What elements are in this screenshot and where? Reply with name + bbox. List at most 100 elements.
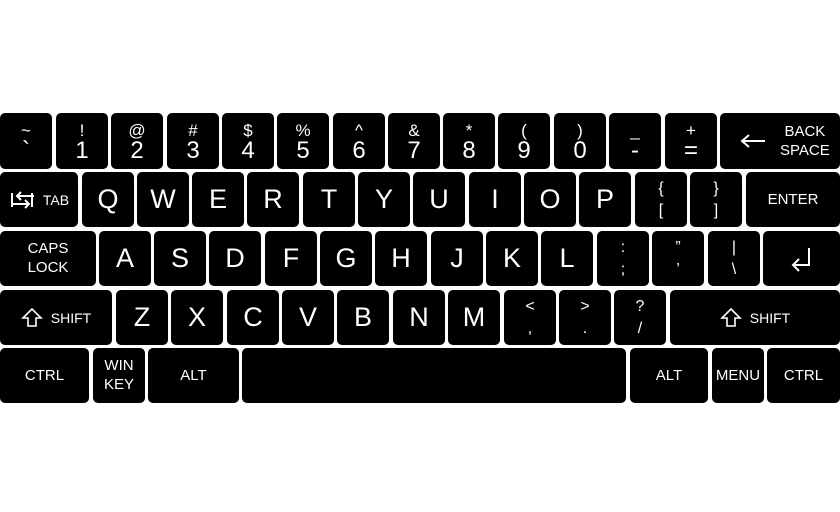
key-backspace[interactable]: BACK SPACE <box>720 113 840 169</box>
key-b[interactable]: B <box>337 290 389 345</box>
key-r[interactable]: R <box>247 172 299 227</box>
key-p[interactable]: P <box>579 172 631 227</box>
key-e[interactable]: E <box>192 172 244 227</box>
key-quote-shift-label: ” <box>675 238 681 256</box>
key-u[interactable]: U <box>413 172 465 227</box>
key-n-label: N <box>409 302 429 332</box>
key-7[interactable]: & 7 <box>388 113 440 169</box>
key-7-label: 7 <box>407 137 421 164</box>
key-d-label: D <box>225 243 245 273</box>
key-0[interactable]: ) 0 <box>554 113 606 169</box>
key-h[interactable]: H <box>375 231 427 286</box>
key-7-shift-label: & <box>408 121 420 140</box>
key-slash[interactable]: ? / <box>614 290 666 345</box>
key-return[interactable] <box>763 231 840 286</box>
key-a[interactable]: A <box>99 231 151 286</box>
key-y[interactable]: Y <box>358 172 410 227</box>
key-shift-left[interactable]: SHIFT <box>0 290 112 345</box>
key-i[interactable]: I <box>469 172 521 227</box>
key-l[interactable]: L <box>541 231 593 286</box>
key-s-label: S <box>170 243 189 273</box>
key-caps-label-line1: CAPS <box>27 239 69 257</box>
key-right-bracket-label: ] <box>713 201 719 219</box>
key-g[interactable]: G <box>320 231 372 286</box>
key-q[interactable]: Q <box>82 172 134 227</box>
key-6-label: 6 <box>352 137 366 164</box>
key-comma[interactable]: < , <box>504 290 556 345</box>
key-s[interactable]: S <box>154 231 206 286</box>
key-menu[interactable]: MENU <box>712 348 764 403</box>
key-1-label: 1 <box>75 137 89 164</box>
key-2[interactable]: @ 2 <box>111 113 163 169</box>
key-z[interactable]: Z <box>116 290 168 345</box>
key-right-bracket[interactable]: } ] <box>690 172 742 227</box>
key-ctrl-left[interactable]: CTRL <box>0 348 89 403</box>
key-c[interactable]: C <box>227 290 279 345</box>
key-k[interactable]: K <box>486 231 538 286</box>
key-alt-right[interactable]: ALT <box>630 348 708 403</box>
key-9[interactable]: ( 9 <box>498 113 550 169</box>
key-t[interactable]: T <box>303 172 355 227</box>
key-caps-lock[interactable]: CAPS LOCK <box>0 231 96 286</box>
shift-arrow-icon <box>20 307 43 329</box>
key-minus-shift-label: _ <box>630 121 640 140</box>
key-backspace-label-line2: SPACE <box>780 142 830 159</box>
key-4-label: 4 <box>241 137 255 164</box>
key-equals[interactable]: + = <box>665 113 717 169</box>
key-r-label: R <box>263 184 283 214</box>
key-v-label: V <box>298 302 317 332</box>
key-e-label: E <box>208 184 227 214</box>
key-x[interactable]: X <box>171 290 223 345</box>
key-m-label: M <box>462 302 486 332</box>
key-q-label: Q <box>97 184 119 214</box>
key-3[interactable]: # 3 <box>167 113 219 169</box>
key-win[interactable]: WIN KEY <box>93 348 145 403</box>
key-semicolon-shift-label: : <box>620 238 626 256</box>
key-f-label: F <box>282 243 300 273</box>
key-comma-shift-label: < <box>525 297 535 315</box>
key-minus[interactable]: _ - <box>609 113 661 169</box>
key-m[interactable]: M <box>448 290 500 345</box>
key-8[interactable]: * 8 <box>443 113 495 169</box>
key-quote[interactable]: ” ’ <box>652 231 704 286</box>
key-d[interactable]: D <box>209 231 261 286</box>
key-shift-right[interactable]: SHIFT <box>670 290 840 345</box>
key-4[interactable]: $ 4 <box>222 113 274 169</box>
key-j[interactable]: J <box>431 231 483 286</box>
key-5[interactable]: % 5 <box>277 113 329 169</box>
key-enter[interactable]: ENTER <box>746 172 840 227</box>
key-slash-label: / <box>637 319 643 337</box>
key-w[interactable]: W <box>137 172 189 227</box>
key-semicolon[interactable]: : ; <box>597 231 649 286</box>
key-left-bracket[interactable]: { [ <box>635 172 687 227</box>
key-win-label-line2: KEY <box>103 375 134 393</box>
key-tilde-shift-label: ~ <box>21 121 31 140</box>
key-backslash-shift-label: | <box>731 238 737 256</box>
key-enter-label: ENTER <box>767 191 819 208</box>
key-n[interactable]: N <box>393 290 445 345</box>
key-backslash[interactable]: | \ <box>708 231 760 286</box>
key-period[interactable]: > . <box>559 290 611 345</box>
key-9-shift-label: ( <box>521 121 527 140</box>
key-v[interactable]: V <box>282 290 334 345</box>
key-tab[interactable]: TAB <box>0 172 78 227</box>
key-6[interactable]: ^ 6 <box>333 113 385 169</box>
key-alt-left[interactable]: ALT <box>148 348 239 403</box>
key-alt-right-label: ALT <box>655 367 683 384</box>
key-period-label: . <box>582 319 588 337</box>
key-f[interactable]: F <box>265 231 317 286</box>
key-backspace-label-line1: BACK <box>784 122 826 140</box>
key-menu-label: MENU <box>715 367 761 384</box>
return-arrow-icon <box>790 246 814 272</box>
key-space[interactable] <box>242 348 626 403</box>
key-tilde-label: ` <box>22 137 30 164</box>
tab-arrows-icon <box>9 190 35 209</box>
key-tilde[interactable]: ~ ` <box>0 113 52 169</box>
key-1-shift-label: ! <box>79 121 85 140</box>
key-2-shift-label: @ <box>128 121 146 140</box>
key-1[interactable]: ! 1 <box>56 113 108 169</box>
key-t-label: T <box>320 184 338 214</box>
key-o[interactable]: O <box>524 172 576 227</box>
key-p-label: P <box>595 184 614 214</box>
key-ctrl-right[interactable]: CTRL <box>767 348 840 403</box>
